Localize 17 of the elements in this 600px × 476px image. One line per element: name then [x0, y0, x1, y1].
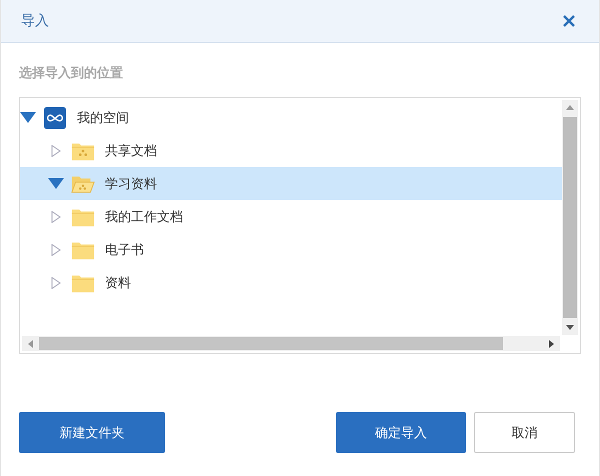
expanded-triangle-icon[interactable] [48, 178, 64, 190]
window-title: 导入 [21, 12, 49, 30]
expanded-triangle-icon[interactable] [20, 112, 36, 124]
primary-button[interactable]: 确定导入 [336, 412, 466, 453]
tree-item[interactable]: 资料 [20, 266, 562, 299]
secondary-button[interactable]: 取消 [474, 412, 575, 453]
horizontal-scrollbar[interactable] [22, 336, 560, 351]
tree-item[interactable]: 共享文档 [20, 134, 562, 167]
close-icon[interactable] [562, 14, 576, 28]
tree-item[interactable]: 学习资料 [20, 167, 562, 200]
primary-button[interactable]: 新建文件夹 [19, 412, 165, 453]
cloud-icon [43, 106, 67, 128]
vertical-scrollbar[interactable] [562, 100, 578, 335]
tree-item[interactable]: 我的空间 [20, 101, 562, 134]
tree-item[interactable]: 我的工作文档 [20, 200, 562, 233]
tree-item[interactable]: 电子书 [20, 233, 562, 266]
prompt-label: 选择导入到的位置 [19, 64, 124, 82]
